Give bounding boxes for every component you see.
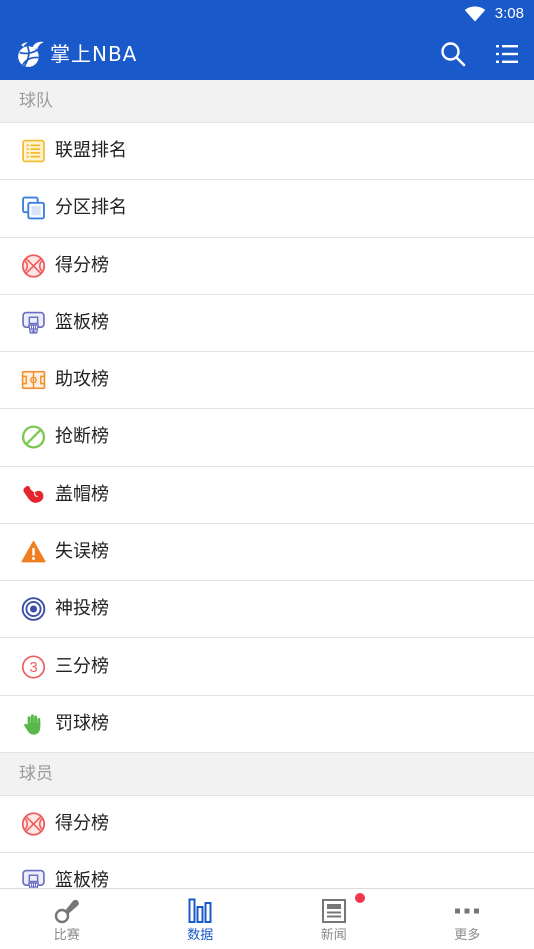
item-label: 三分榜 (55, 655, 109, 677)
item-label: 得分榜 (55, 813, 109, 835)
nav-label: 新闻 (320, 928, 347, 943)
team-assists-leaders-item[interactable]: 助攻榜 (0, 352, 534, 410)
player-points-leaders-item[interactable]: 得分榜 (0, 795, 534, 854)
circled-three-digit: 3 (29, 660, 37, 676)
nav-label: 比赛 (53, 928, 80, 943)
team-steals-leaders-item[interactable]: 抢断榜 (0, 409, 534, 467)
team-division-standings-item[interactable]: 分区排名 (0, 180, 534, 238)
status-bar: 3:08 (0, 0, 534, 28)
item-label: 抢断榜 (55, 426, 109, 448)
item-label: 篮板榜 (55, 870, 109, 888)
basketball-icon (21, 254, 46, 278)
whistle-icon (54, 899, 79, 924)
item-label: 分区排名 (55, 197, 127, 219)
item-label: 失误榜 (55, 540, 109, 562)
item-label: 联盟排名 (55, 140, 127, 162)
bar-chart-icon (188, 898, 212, 923)
team-three-point-leaders-item[interactable]: 3 三分榜 (0, 638, 534, 696)
item-label: 得分榜 (55, 254, 109, 276)
circled-three-icon: 3 (21, 654, 46, 679)
no-entry-icon (21, 425, 46, 450)
hoop-icon (22, 311, 45, 334)
item-label: 篮板榜 (55, 311, 109, 333)
warning-icon (21, 540, 46, 563)
hand-icon (24, 714, 41, 735)
menu-list-icon[interactable] (493, 40, 521, 68)
basketball-icon (21, 812, 46, 836)
team-league-standings-item[interactable]: 联盟排名 (0, 123, 534, 181)
nav-tab-data[interactable]: 数据 (134, 889, 268, 949)
court-icon (21, 371, 46, 390)
team-rebounds-leaders-item[interactable]: 篮板榜 (0, 294, 534, 353)
item-label: 盖帽榜 (55, 483, 109, 505)
newspaper-icon (321, 899, 346, 923)
app-bar: 掌上NBA (0, 28, 534, 80)
league-standings-icon (22, 139, 45, 163)
team-turnovers-leaders-item[interactable]: 失误榜 (0, 523, 534, 582)
team-blocks-leaders-item[interactable]: 盖帽榜 (0, 466, 534, 524)
section-header-player: 球员 (0, 752, 534, 796)
nav-label: 更多 (454, 928, 481, 943)
wifi-icon (464, 6, 486, 22)
team-shooting-leaders-item[interactable]: 神投榜 (0, 581, 534, 639)
target-icon (21, 597, 46, 622)
notification-badge-dot (355, 893, 365, 903)
nav-tab-games[interactable]: 比赛 (0, 889, 134, 949)
status-time: 3:08 (494, 5, 524, 22)
section-header-team: 球队 (0, 80, 534, 123)
item-label: 助攻榜 (55, 369, 109, 391)
nba-logo-icon (18, 41, 44, 67)
team-points-leaders-item[interactable]: 得分榜 (0, 237, 534, 295)
nav-tab-news[interactable]: 新闻 (267, 889, 401, 949)
item-label: 罚球榜 (55, 712, 109, 734)
search-icon[interactable] (439, 40, 467, 68)
stats-list[interactable]: 球队 联盟排名 分区排名 得分榜 篮板榜 助攻榜 抢断榜 盖帽榜 失误榜 神投榜… (0, 80, 534, 888)
app-title: 掌上NBA (50, 42, 138, 66)
nav-label: 数据 (187, 928, 214, 943)
item-label: 神投榜 (55, 598, 109, 620)
division-standings-icon (22, 197, 45, 220)
hoop-icon (22, 870, 45, 888)
more-dots-icon (455, 908, 480, 914)
flexed-arm-icon (23, 485, 44, 503)
player-rebounds-leaders-item[interactable]: 篮板榜 (0, 853, 534, 888)
app-screen: 3:08 掌上NBA 球队 联盟排名 分区排名 得分榜 篮板榜 助攻榜 抢断榜 … (0, 0, 534, 949)
team-free-throw-leaders-item[interactable]: 罚球榜 (0, 695, 534, 753)
bottom-nav: 比赛 数据 新闻 更多 (0, 888, 534, 949)
nav-tab-more[interactable]: 更多 (401, 889, 534, 949)
